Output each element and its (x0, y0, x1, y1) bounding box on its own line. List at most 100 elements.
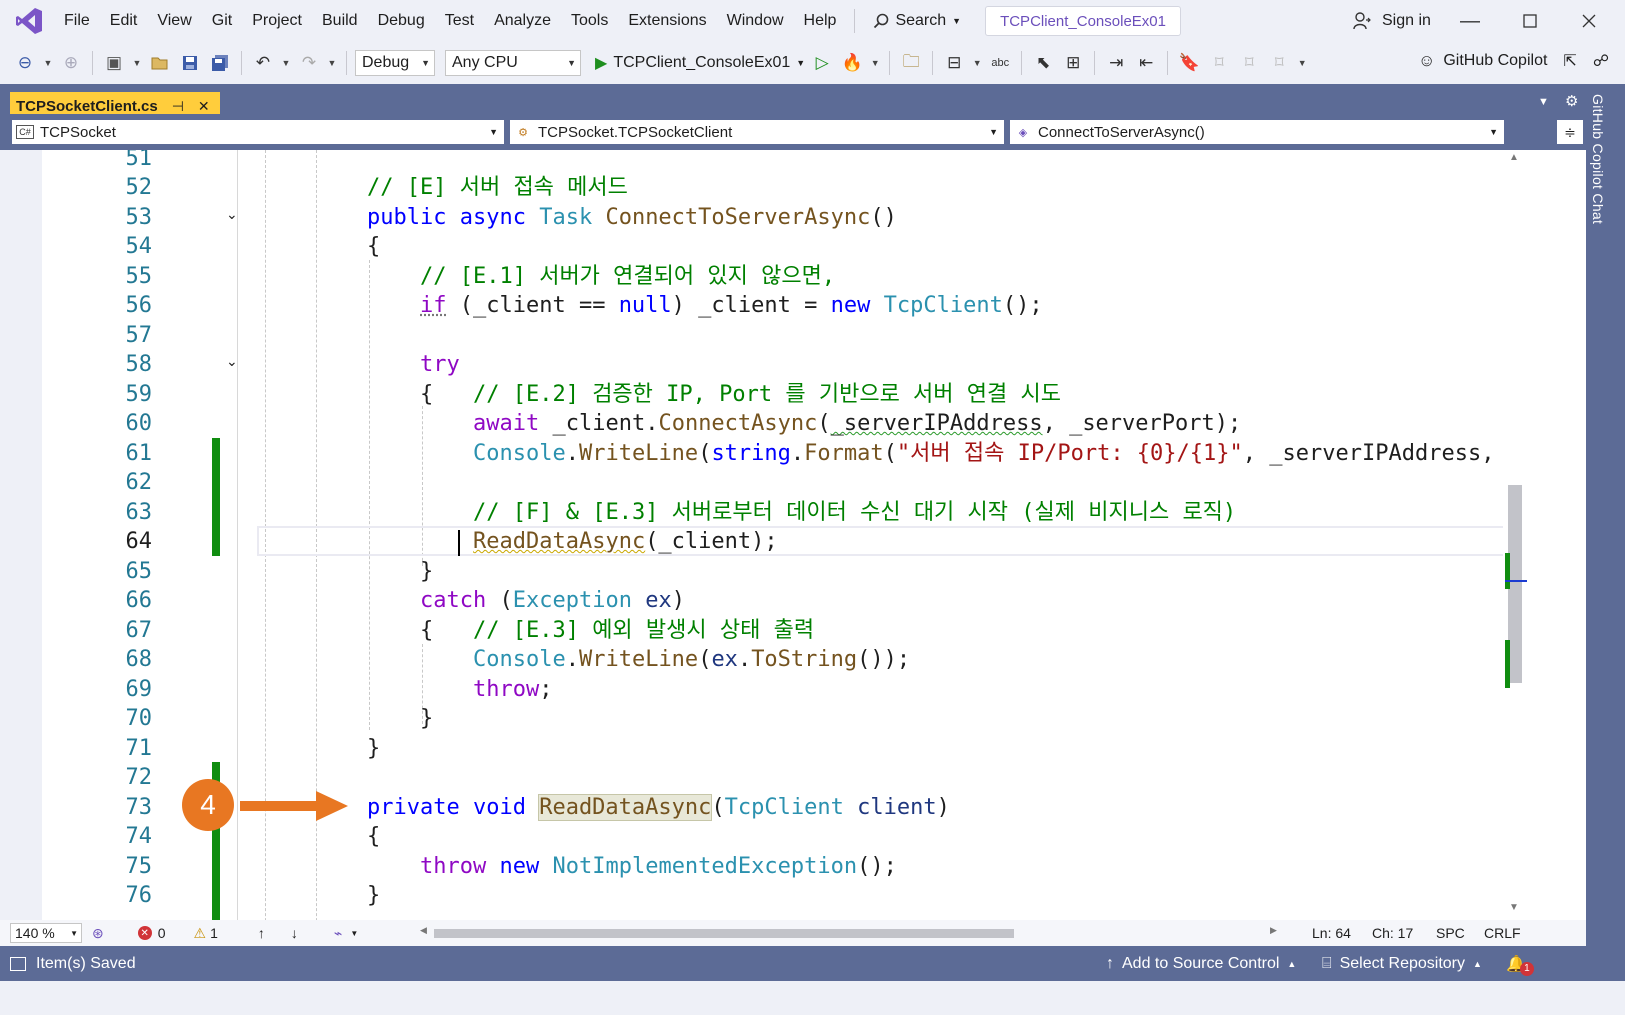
undo-dropdown[interactable]: ▼ (280, 58, 292, 68)
menu-edit[interactable]: Edit (100, 7, 148, 35)
menu-debug[interactable]: Debug (368, 7, 435, 35)
github-copilot-button[interactable]: ☺ GitHub Copilot ⇱ ☍ (1418, 47, 1609, 75)
new-project-dropdown[interactable]: ▼ (131, 58, 143, 68)
bookmark-clear-icon: ⌑ (1274, 53, 1284, 72)
menu-extensions[interactable]: Extensions (618, 7, 716, 35)
scroll-right-icon[interactable]: ▶ (1270, 925, 1277, 936)
copilot-chat-side-tab[interactable]: GitHub Copilot Chat (1590, 94, 1606, 224)
code-text: { // [E.2] 검증한 IP, Port 를 기반으로 서버 연결 시도 (420, 382, 1061, 407)
redo-button[interactable]: ↷ (296, 49, 322, 77)
solution-platform-select[interactable]: Any CPU ▼ (445, 50, 581, 76)
project-dropdown[interactable]: C# TCPSocket ▼ (12, 120, 504, 144)
member-dropdown[interactable]: ◈ ConnectToServerAsync() ▼ (1010, 120, 1504, 144)
layout-dropdown[interactable]: ▼ (971, 58, 983, 68)
next-issue-icon[interactable]: ↓ (291, 925, 298, 941)
menu-analyze[interactable]: Analyze (484, 7, 561, 35)
warning-icon[interactable]: ⚠ (194, 925, 207, 942)
solution-name-badge[interactable]: TCPClient_ConsoleEx01 (985, 6, 1181, 36)
solution-configuration-select[interactable]: Debug ▼ (355, 50, 435, 76)
close-tab-icon[interactable]: ✕ (198, 98, 210, 115)
previous-bookmark-button[interactable]: ⌑ (1206, 49, 1232, 77)
toolbar-overflow-dropdown[interactable]: ▼ (1296, 58, 1308, 68)
track-changes-button[interactable]: ⊞ (1060, 49, 1086, 77)
column-indicator[interactable]: Ch: 17 (1372, 925, 1413, 941)
line-number: 70 (125, 706, 153, 731)
start-debugging-button[interactable]: ▶ TCPClient_ConsoleEx01 ▼ (595, 53, 805, 73)
error-count[interactable]: 0 (158, 925, 166, 941)
scroll-up-icon[interactable]: ▲ (1509, 152, 1519, 163)
menu-test[interactable]: Test (435, 7, 484, 35)
spell-check-button[interactable]: abc (987, 49, 1013, 77)
code-cleanup-icon[interactable]: ⊛ (92, 925, 104, 942)
layout-button[interactable]: ⊟ (941, 49, 967, 77)
previous-issue-icon[interactable]: ↑ (258, 925, 265, 941)
layout-icon: ⊟ (947, 53, 962, 72)
code-line-current: 64 ReadDataAsync(_client); (12, 527, 1562, 558)
scroll-down-icon[interactable]: ▼ (1509, 902, 1519, 913)
search-button[interactable]: Search ▼ (863, 7, 971, 35)
redo-dropdown[interactable]: ▼ (326, 58, 338, 68)
solution-explorer-button[interactable]: 🗀 (898, 49, 924, 77)
tab-list-dropdown-icon[interactable]: ▼ (1538, 96, 1549, 108)
type-dropdown[interactable]: ⚙ TCPSocket.TCPSocketClient ▼ (510, 120, 1004, 144)
whitespace-indicator[interactable]: SPC (1436, 925, 1465, 941)
save-button[interactable] (177, 49, 203, 77)
code-text: try (420, 352, 460, 377)
horizontal-scrollbar[interactable]: ◀ ▶ (420, 925, 1282, 940)
menu-project[interactable]: Project (242, 7, 312, 35)
close-window-button[interactable] (1566, 4, 1612, 38)
menu-help[interactable]: Help (794, 7, 847, 35)
indent-button[interactable]: ⇥ (1103, 49, 1129, 77)
next-bookmark-button[interactable]: ⌑ (1236, 49, 1262, 77)
line-number: 65 (125, 559, 153, 584)
select-element-button[interactable]: ⬉ (1030, 49, 1056, 77)
menu-build[interactable]: Build (312, 7, 368, 35)
menu-git[interactable]: Git (202, 7, 242, 35)
undo-button[interactable]: ↶ (250, 49, 276, 77)
navigate-forward-button[interactable]: ⊕ (58, 49, 84, 77)
code-line: 51 (12, 150, 1562, 175)
notifications-button[interactable]: 🔔 1 (1506, 952, 1534, 976)
navigate-back-dropdown[interactable]: ▼ (42, 58, 54, 68)
clear-bookmarks-button[interactable]: ⌑ (1266, 49, 1292, 77)
minimize-button[interactable]: — (1447, 4, 1493, 38)
select-repository-button[interactable]: ⌸ Select Repository ▲ (1322, 955, 1482, 973)
hot-reload-dropdown[interactable]: ▼ (869, 58, 881, 68)
outdent-button[interactable]: ⇤ (1133, 49, 1159, 77)
zoom-select[interactable]: 140 % ▼ (10, 923, 82, 943)
navigate-back-button[interactable]: ⊖ (12, 49, 38, 77)
scroll-left-icon[interactable]: ◀ (420, 925, 427, 936)
pin-tab-icon[interactable]: ⊣ (172, 98, 184, 115)
chevron-down-icon[interactable]: ▼ (350, 929, 358, 938)
vertical-scrollbar[interactable]: ▲ ▼ (1503, 150, 1527, 920)
horizontal-scrollbar-thumb[interactable] (434, 929, 1014, 938)
menu-file[interactable]: File (54, 7, 100, 35)
add-to-source-control-button[interactable]: ↑ Add to Source Control ▲ (1106, 955, 1296, 973)
line-indicator[interactable]: Ln: 64 (1312, 925, 1351, 941)
maximize-button[interactable] (1507, 4, 1553, 38)
code-line: 75 throw new NotImplementedException(); (12, 852, 1562, 883)
start-without-debugging-button[interactable]: ▷ (809, 49, 835, 77)
save-all-icon (212, 55, 228, 71)
menu-view[interactable]: View (147, 7, 201, 35)
warning-count[interactable]: 1 (210, 925, 218, 941)
new-project-button[interactable]: ▣ (101, 49, 127, 77)
open-file-button[interactable] (147, 49, 173, 77)
menu-window[interactable]: Window (717, 7, 794, 35)
menu-tools[interactable]: Tools (561, 7, 618, 35)
split-window-button[interactable]: ≑ (1557, 120, 1583, 144)
code-text: Console.WriteLine(ex.ToString()); (473, 647, 911, 672)
brush-cleanup-icon[interactable]: ⌁ (334, 925, 342, 942)
tab-settings-gear-icon[interactable]: ⚙ (1565, 92, 1578, 110)
error-icon[interactable]: ✕ (137, 926, 152, 940)
play-outline-icon: ▷ (815, 53, 829, 72)
save-all-button[interactable] (207, 49, 233, 77)
toggle-bookmark-button[interactable]: 🔖 (1176, 49, 1202, 77)
scrollbar-thumb[interactable] (1508, 485, 1522, 683)
code-editor[interactable]: ⌄ ⌄ 51 52 // [E] 서버 접속 메서드 53 public asy… (12, 150, 1586, 946)
line-number: 66 (125, 588, 153, 613)
hot-reload-button[interactable]: 🔥 (839, 49, 865, 77)
line-ending-indicator[interactable]: CRLF (1484, 925, 1521, 941)
sign-in-button[interactable]: Sign in (1352, 7, 1431, 35)
line-number: 58 (125, 352, 153, 377)
